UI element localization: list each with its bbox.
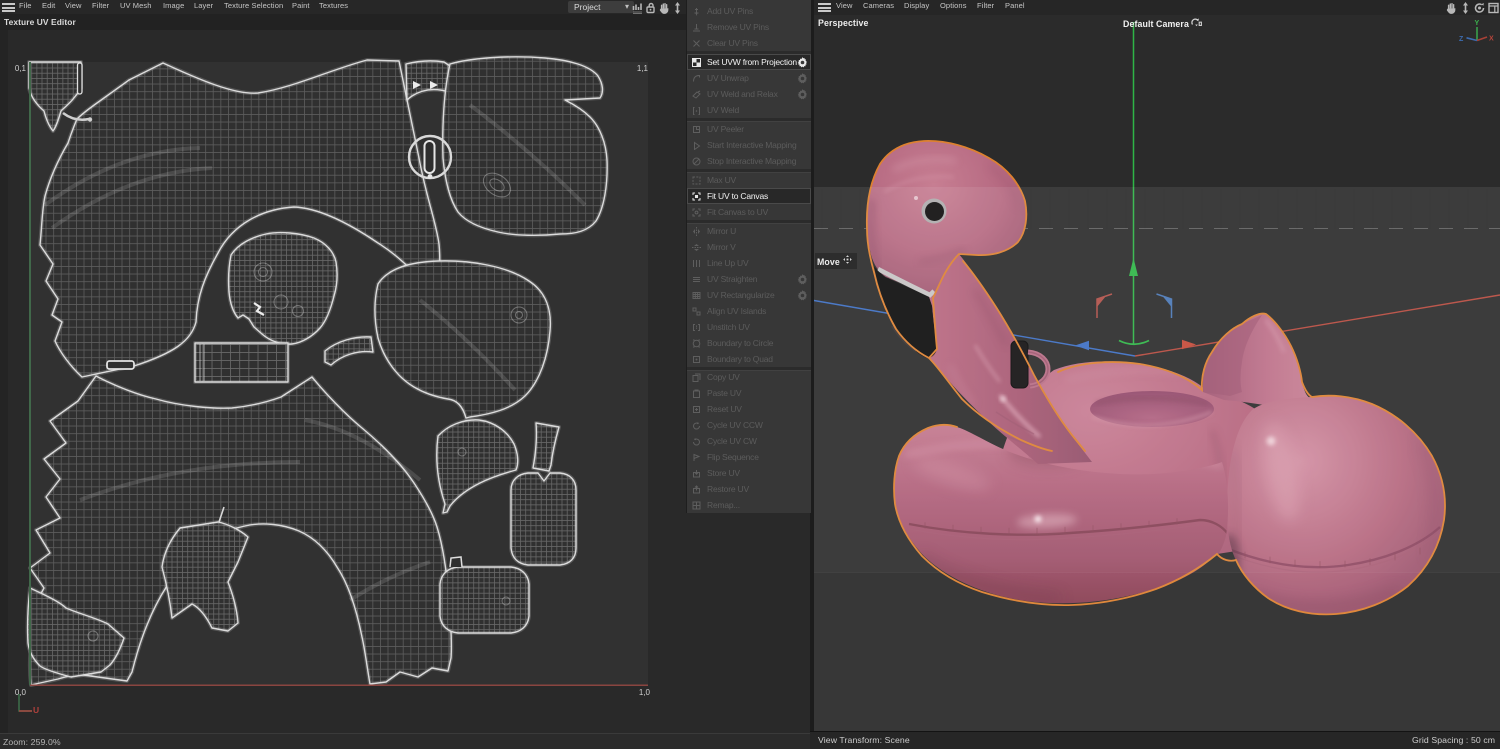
svg-text:1,0: 1,0 — [639, 688, 651, 697]
svg-text:0,0: 0,0 — [15, 688, 27, 697]
svg-text:X: X — [1489, 36, 1494, 43]
svg-text:U: U — [33, 705, 39, 715]
svg-text:1,1: 1,1 — [637, 64, 649, 73]
svg-text:Y: Y — [1475, 20, 1480, 27]
svg-text:0,1: 0,1 — [15, 64, 27, 73]
svg-text:Z: Z — [1459, 36, 1464, 43]
